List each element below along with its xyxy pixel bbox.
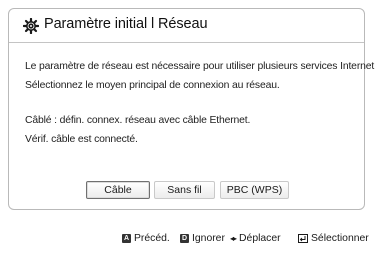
- footer-skip[interactable]: D Ignorer: [180, 233, 225, 244]
- a-key-icon: A: [122, 234, 131, 243]
- move-label: Déplacer: [239, 233, 281, 244]
- dialog-titlebar: Paramètre initial l Réseau: [9, 9, 364, 43]
- skip-label: Ignorer: [192, 233, 225, 244]
- info-line-2: Sélectionnez le moyen principal de conne…: [25, 80, 280, 91]
- prev-label: Précéd.: [134, 233, 170, 244]
- enter-icon: [298, 234, 308, 243]
- wps-button[interactable]: PBC (WPS): [220, 181, 289, 199]
- info-line-3: Câblé : défin. connex. réseau avec câble…: [25, 115, 251, 126]
- select-label: Sélectionner: [311, 233, 369, 244]
- info-line-1: Le paramètre de réseau est nécessaire po…: [25, 61, 375, 72]
- footer-move: ◂▸ Déplacer: [230, 233, 281, 244]
- gear-icon: [23, 18, 39, 34]
- dialog-title: Paramètre initial l Réseau: [44, 16, 208, 32]
- wireless-button[interactable]: Sans fil: [154, 181, 215, 199]
- network-setup-dialog: Paramètre initial l Réseau Le paramètre …: [8, 8, 375, 210]
- d-key-icon: D: [180, 234, 189, 243]
- info-line-4: Vérif. câble est connecté.: [25, 134, 138, 145]
- left-right-arrows-icon: ◂▸: [230, 234, 237, 243]
- footer-prev[interactable]: A Précéd.: [122, 233, 170, 244]
- cable-button[interactable]: Câble: [86, 181, 150, 199]
- footer-select[interactable]: Sélectionner: [298, 233, 369, 244]
